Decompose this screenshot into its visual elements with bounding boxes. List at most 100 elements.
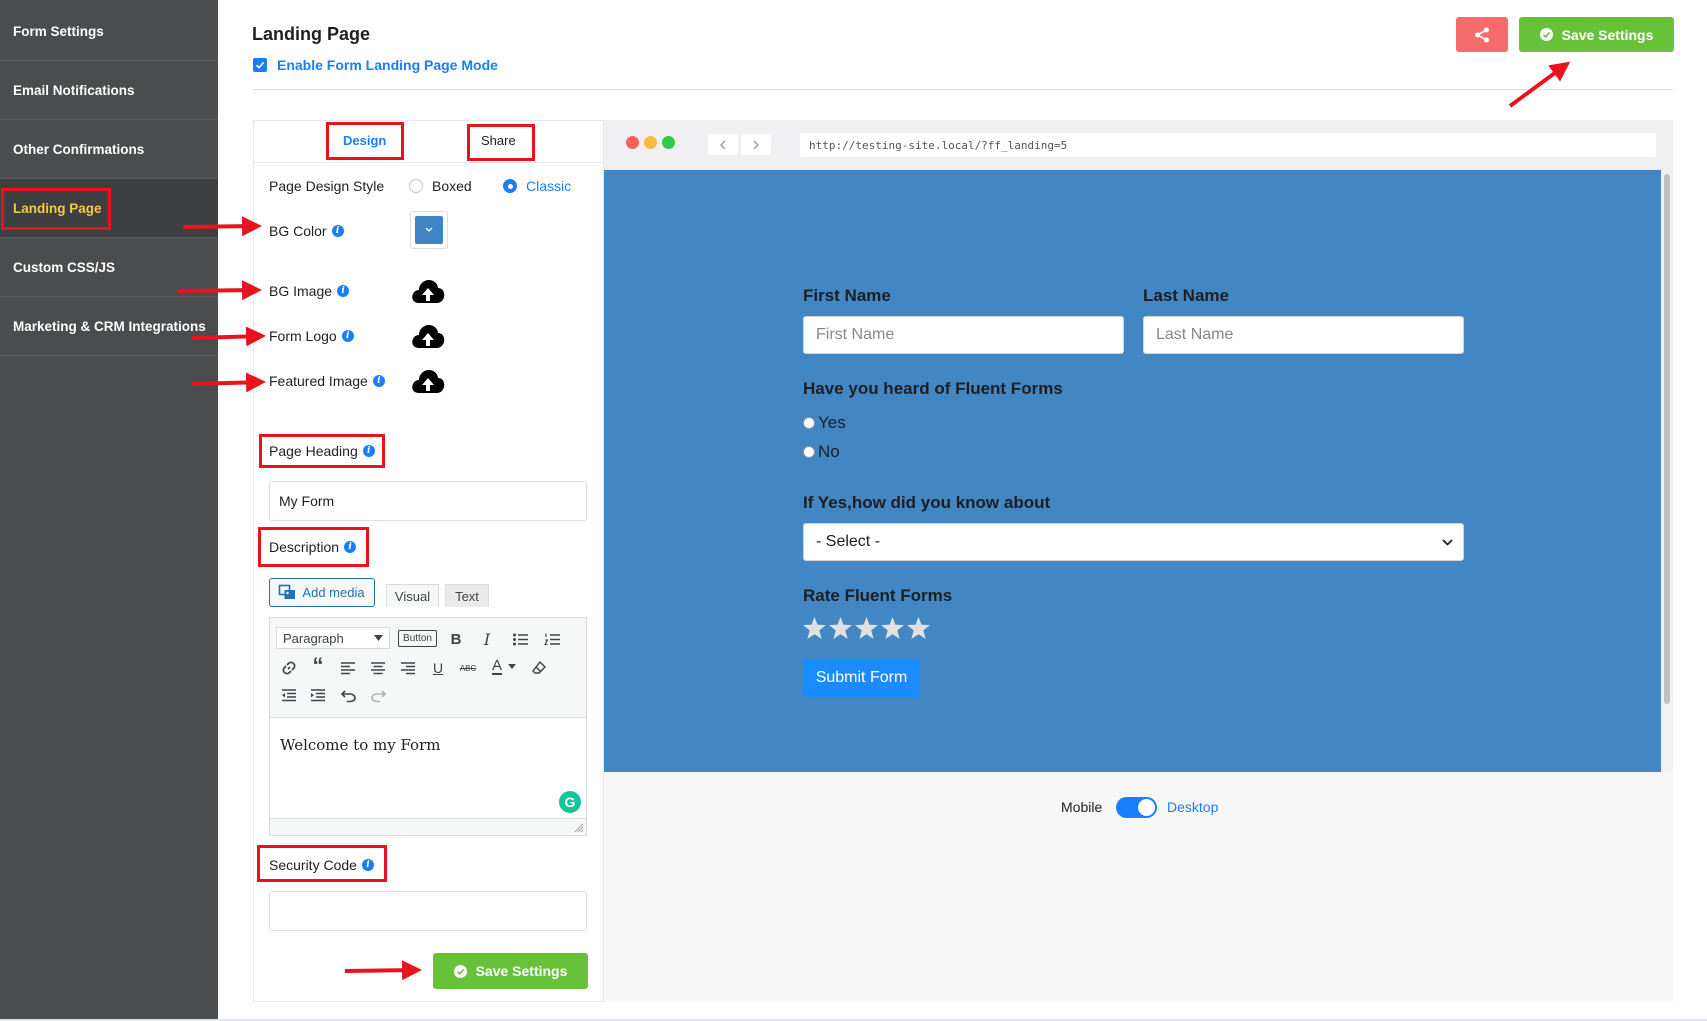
paragraph-select[interactable]: Paragraph — [276, 627, 390, 649]
page-heading-input[interactable]: My Form — [269, 481, 587, 521]
radio-boxed-control[interactable] — [409, 179, 423, 193]
submit-form-button[interactable]: Submit Form — [803, 659, 920, 697]
upload-cloud-icon[interactable] — [410, 323, 446, 351]
toggle-desktop-label[interactable]: Desktop — [1167, 799, 1218, 815]
header-divider — [253, 89, 1673, 90]
share-button[interactable] — [1456, 17, 1508, 52]
rating-stars[interactable] — [803, 617, 930, 639]
sidebar-item-email-notifications[interactable]: Email Notifications — [0, 61, 218, 120]
save-settings-top-button[interactable]: Save Settings — [1519, 17, 1674, 52]
sidebar-item-label: Custom CSS/JS — [13, 259, 116, 275]
bullet-list-icon[interactable] — [509, 628, 531, 650]
numbered-list-icon[interactable] — [541, 628, 563, 650]
star-icon[interactable] — [829, 617, 852, 639]
radio-no-control[interactable] — [803, 446, 815, 458]
bg-image-row: BG Image i — [269, 283, 350, 299]
sidebar-item-form-settings[interactable]: Form Settings — [0, 2, 218, 61]
device-toggle-switch[interactable] — [1116, 797, 1157, 818]
how-select-value: - Select - — [816, 533, 881, 550]
save-settings-bottom-button[interactable]: Save Settings — [433, 953, 588, 989]
browser-url-bar[interactable]: http://testing-site.local/?ff_landing=5 — [800, 133, 1656, 157]
how-select[interactable]: - Select - — [803, 523, 1464, 561]
radio-classic-label: Classic — [526, 178, 572, 194]
landing-preview-canvas — [604, 170, 1661, 772]
undo-icon[interactable] — [337, 684, 359, 706]
indent-icon[interactable] — [307, 684, 329, 706]
last-name-input[interactable]: Last Name — [1143, 316, 1464, 354]
info-icon: i — [361, 859, 374, 871]
window-minimize-dot — [644, 136, 657, 149]
check-circle-icon — [1539, 28, 1553, 41]
bg-image-label: BG Image — [269, 283, 333, 299]
sidebar-item-other-confirmations[interactable]: Other Confirmations — [0, 120, 218, 179]
radio-yes-label: Yes — [818, 413, 846, 432]
star-icon[interactable] — [855, 617, 878, 639]
first-name-label: First Name — [803, 286, 891, 305]
clear-formatting-icon[interactable] — [528, 657, 550, 679]
radio-boxed-label: Boxed — [432, 178, 472, 194]
redo-icon[interactable] — [367, 684, 389, 706]
description-label: Description — [269, 539, 340, 555]
bg-color-row: BG Color i — [269, 223, 344, 239]
sidebar-item-label: Email Notifications — [13, 82, 135, 98]
info-icon: i — [331, 225, 344, 237]
bold-icon[interactable]: B — [445, 628, 467, 650]
upload-cloud-icon[interactable] — [410, 278, 446, 306]
enable-landing-mode[interactable]: Enable Form Landing Page Mode — [253, 57, 498, 73]
enable-checkbox[interactable] — [253, 58, 267, 72]
tab-share[interactable]: Share — [481, 133, 516, 148]
outdent-icon[interactable] — [278, 684, 300, 706]
underline-icon[interactable]: U — [427, 657, 449, 679]
grammarly-icon[interactable]: G — [559, 791, 581, 813]
align-left-icon[interactable] — [337, 657, 359, 679]
sidebar: Form Settings Email Notifications Other … — [0, 0, 218, 1021]
first-name-input[interactable]: First Name — [803, 316, 1124, 354]
align-center-icon[interactable] — [367, 657, 389, 679]
sidebar-item-landing-page[interactable]: Landing Page — [0, 179, 218, 238]
editor-body[interactable]: Welcome to my Form G — [269, 718, 587, 819]
radio-classic[interactable]: Classic — [503, 178, 571, 194]
italic-icon[interactable]: I — [476, 628, 498, 650]
preview-scrollbar-track[interactable] — [1661, 170, 1673, 772]
add-media-button[interactable]: Add media — [269, 578, 375, 607]
security-code-input[interactable] — [269, 891, 587, 931]
star-icon[interactable] — [803, 617, 826, 639]
heard-label: Have you heard of Fluent Forms — [803, 379, 1063, 398]
radio-boxed[interactable]: Boxed — [409, 178, 472, 194]
info-icon: i — [372, 375, 385, 387]
share-icon — [1475, 27, 1489, 42]
arrow-save-top — [1508, 61, 1571, 108]
tab-text[interactable]: Text — [445, 584, 489, 607]
radio-yes[interactable]: Yes — [803, 413, 846, 433]
blockquote-icon[interactable]: “ — [307, 653, 329, 678]
sidebar-item-label: Form Settings — [13, 23, 104, 39]
tab-design[interactable]: Design — [343, 133, 386, 148]
radio-no[interactable]: No — [803, 442, 840, 462]
sidebar-item-custom-css-js[interactable]: Custom CSS/JS — [0, 238, 218, 297]
preview-scrollbar-thumb[interactable] — [1664, 174, 1670, 704]
link-icon[interactable] — [278, 657, 300, 679]
caret-down-icon — [374, 635, 383, 641]
info-icon: i — [341, 330, 354, 342]
sidebar-item-marketing-crm[interactable]: Marketing & CRM Integrations — [0, 297, 218, 356]
toggle-mobile-label[interactable]: Mobile — [1061, 799, 1102, 815]
tab-visual[interactable]: Visual — [386, 584, 439, 607]
resize-handle-icon[interactable] — [574, 823, 584, 833]
featured-image-label: Featured Image — [269, 373, 368, 389]
window-close-dot — [626, 136, 639, 149]
radio-yes-control[interactable] — [803, 417, 815, 429]
button-shortcode[interactable]: Button — [398, 630, 437, 647]
radio-classic-control[interactable] — [503, 179, 517, 193]
save-label: Save Settings — [475, 963, 568, 979]
strikethrough-icon[interactable]: ABC — [457, 657, 479, 679]
upload-cloud-icon[interactable] — [410, 368, 446, 396]
toggle-knob — [1138, 799, 1155, 816]
bg-color-picker[interactable] — [410, 211, 448, 249]
browser-back-button[interactable] — [708, 134, 738, 155]
how-label: If Yes,how did you know about — [803, 493, 1051, 512]
browser-forward-button[interactable] — [741, 134, 771, 155]
star-icon[interactable] — [881, 617, 904, 639]
star-icon[interactable] — [907, 617, 930, 639]
text-color-icon[interactable]: A — [486, 655, 522, 677]
align-right-icon[interactable] — [397, 657, 419, 679]
